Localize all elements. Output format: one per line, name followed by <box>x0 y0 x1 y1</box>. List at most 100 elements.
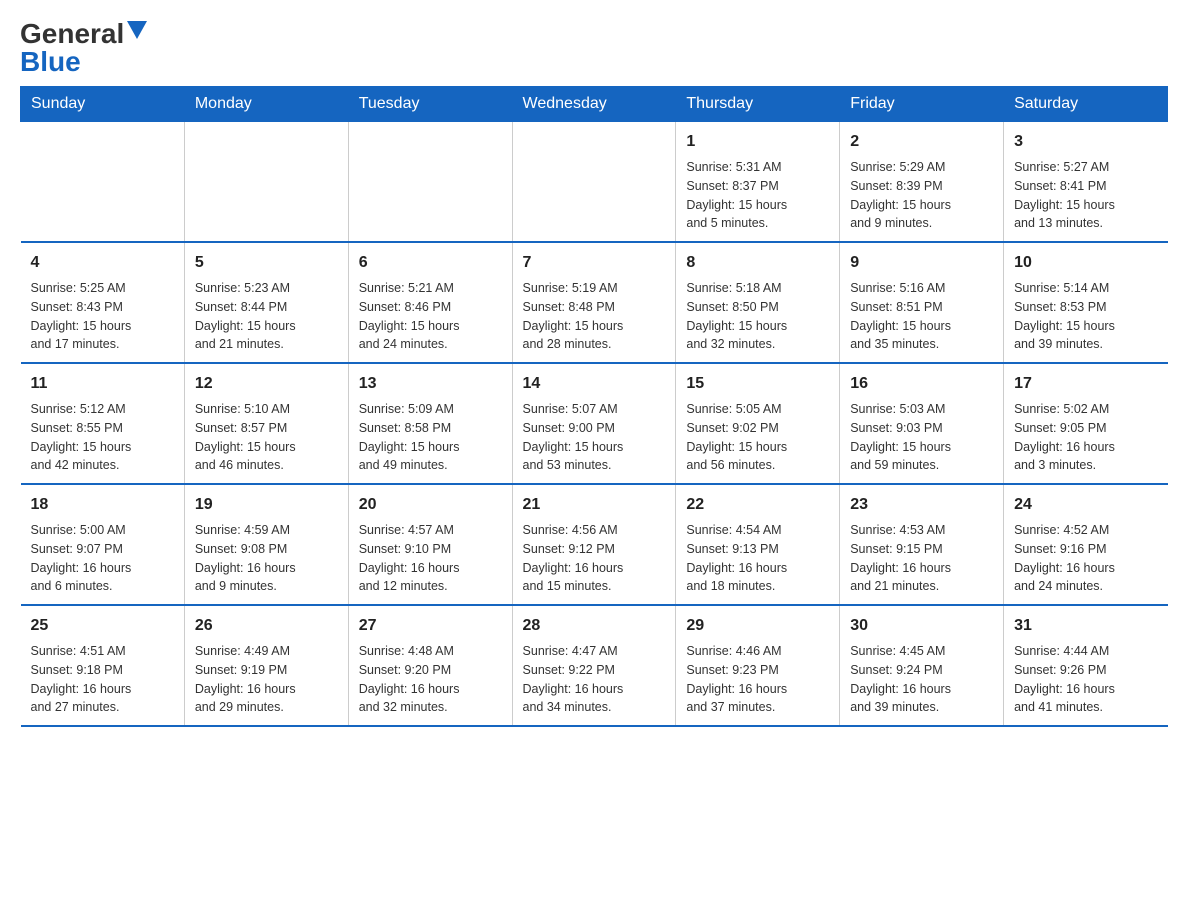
calendar-week-row: 18 Sunrise: 5:00 AM Sunset: 9:07 PM Dayli… <box>21 484 1168 605</box>
day-info: Sunrise: 4:53 AM Sunset: 9:15 PM Dayligh… <box>850 521 993 596</box>
day-number: 5 <box>195 251 338 275</box>
day-number: 15 <box>686 372 829 396</box>
day-info: Sunrise: 5:16 AM Sunset: 8:51 PM Dayligh… <box>850 279 993 354</box>
calendar-cell: 24 Sunrise: 4:52 AM Sunset: 9:16 PM Dayli… <box>1004 484 1168 605</box>
day-info: Sunrise: 5:00 AM Sunset: 9:07 PM Dayligh… <box>31 521 174 596</box>
day-number: 18 <box>31 493 174 517</box>
calendar-cell: 6 Sunrise: 5:21 AM Sunset: 8:46 PM Daylig… <box>348 242 512 363</box>
day-number: 2 <box>850 130 993 154</box>
day-number: 27 <box>359 614 502 638</box>
header-wednesday: Wednesday <box>512 87 676 122</box>
day-number: 3 <box>1014 130 1157 154</box>
calendar-cell: 22 Sunrise: 4:54 AM Sunset: 9:13 PM Dayli… <box>676 484 840 605</box>
day-number: 24 <box>1014 493 1157 517</box>
day-info: Sunrise: 4:47 AM Sunset: 9:22 PM Dayligh… <box>523 642 666 717</box>
day-number: 10 <box>1014 251 1157 275</box>
day-number: 22 <box>686 493 829 517</box>
calendar-cell: 9 Sunrise: 5:16 AM Sunset: 8:51 PM Daylig… <box>840 242 1004 363</box>
day-number: 19 <box>195 493 338 517</box>
day-number: 4 <box>31 251 174 275</box>
day-number: 13 <box>359 372 502 396</box>
day-number: 29 <box>686 614 829 638</box>
day-number: 6 <box>359 251 502 275</box>
calendar-cell: 30 Sunrise: 4:45 AM Sunset: 9:24 PM Dayli… <box>840 605 1004 726</box>
calendar-cell: 4 Sunrise: 5:25 AM Sunset: 8:43 PM Daylig… <box>21 242 185 363</box>
calendar-header-row: SundayMondayTuesdayWednesdayThursdayFrid… <box>21 87 1168 122</box>
day-info: Sunrise: 5:25 AM Sunset: 8:43 PM Dayligh… <box>31 279 174 354</box>
calendar-cell: 12 Sunrise: 5:10 AM Sunset: 8:57 PM Dayli… <box>184 363 348 484</box>
calendar-cell: 23 Sunrise: 4:53 AM Sunset: 9:15 PM Dayli… <box>840 484 1004 605</box>
day-number: 17 <box>1014 372 1157 396</box>
calendar-table: SundayMondayTuesdayWednesdayThursdayFrid… <box>20 86 1168 727</box>
day-info: Sunrise: 5:07 AM Sunset: 9:00 PM Dayligh… <box>523 400 666 475</box>
logo: General Blue <box>20 20 147 76</box>
day-number: 16 <box>850 372 993 396</box>
day-info: Sunrise: 4:48 AM Sunset: 9:20 PM Dayligh… <box>359 642 502 717</box>
header-friday: Friday <box>840 87 1004 122</box>
day-number: 30 <box>850 614 993 638</box>
day-info: Sunrise: 5:19 AM Sunset: 8:48 PM Dayligh… <box>523 279 666 354</box>
day-info: Sunrise: 4:56 AM Sunset: 9:12 PM Dayligh… <box>523 521 666 596</box>
day-info: Sunrise: 5:09 AM Sunset: 8:58 PM Dayligh… <box>359 400 502 475</box>
calendar-cell <box>348 122 512 243</box>
calendar-cell: 20 Sunrise: 4:57 AM Sunset: 9:10 PM Dayli… <box>348 484 512 605</box>
day-number: 1 <box>686 130 829 154</box>
header-tuesday: Tuesday <box>348 87 512 122</box>
day-info: Sunrise: 5:12 AM Sunset: 8:55 PM Dayligh… <box>31 400 174 475</box>
calendar-week-row: 25 Sunrise: 4:51 AM Sunset: 9:18 PM Dayli… <box>21 605 1168 726</box>
calendar-cell: 10 Sunrise: 5:14 AM Sunset: 8:53 PM Dayli… <box>1004 242 1168 363</box>
day-number: 31 <box>1014 614 1157 638</box>
calendar-cell: 8 Sunrise: 5:18 AM Sunset: 8:50 PM Daylig… <box>676 242 840 363</box>
day-number: 25 <box>31 614 174 638</box>
calendar-week-row: 11 Sunrise: 5:12 AM Sunset: 8:55 PM Dayli… <box>21 363 1168 484</box>
day-info: Sunrise: 5:21 AM Sunset: 8:46 PM Dayligh… <box>359 279 502 354</box>
calendar-cell: 1Sunrise: 5:31 AM Sunset: 8:37 PM Daylig… <box>676 122 840 243</box>
day-info: Sunrise: 4:52 AM Sunset: 9:16 PM Dayligh… <box>1014 521 1157 596</box>
day-info: Sunrise: 4:45 AM Sunset: 9:24 PM Dayligh… <box>850 642 993 717</box>
calendar-cell <box>21 122 185 243</box>
day-info: Sunrise: 4:51 AM Sunset: 9:18 PM Dayligh… <box>31 642 174 717</box>
header-monday: Monday <box>184 87 348 122</box>
day-number: 7 <box>523 251 666 275</box>
day-number: 9 <box>850 251 993 275</box>
day-info: Sunrise: 5:27 AM Sunset: 8:41 PM Dayligh… <box>1014 158 1157 233</box>
calendar-cell: 2 Sunrise: 5:29 AM Sunset: 8:39 PM Daylig… <box>840 122 1004 243</box>
calendar-cell: 7 Sunrise: 5:19 AM Sunset: 8:48 PM Daylig… <box>512 242 676 363</box>
calendar-cell <box>512 122 676 243</box>
calendar-cell: 25 Sunrise: 4:51 AM Sunset: 9:18 PM Dayli… <box>21 605 185 726</box>
day-info: Sunrise: 5:23 AM Sunset: 8:44 PM Dayligh… <box>195 279 338 354</box>
day-number: 14 <box>523 372 666 396</box>
day-info: Sunrise: 5:05 AM Sunset: 9:02 PM Dayligh… <box>686 400 829 475</box>
calendar-cell: 5 Sunrise: 5:23 AM Sunset: 8:44 PM Daylig… <box>184 242 348 363</box>
calendar-cell: 19Sunrise: 4:59 AM Sunset: 9:08 PM Dayli… <box>184 484 348 605</box>
day-info: Sunrise: 5:29 AM Sunset: 8:39 PM Dayligh… <box>850 158 993 233</box>
day-info: Sunrise: 4:54 AM Sunset: 9:13 PM Dayligh… <box>686 521 829 596</box>
day-info: Sunrise: 5:18 AM Sunset: 8:50 PM Dayligh… <box>686 279 829 354</box>
header-saturday: Saturday <box>1004 87 1168 122</box>
calendar-cell: 27 Sunrise: 4:48 AM Sunset: 9:20 PM Dayli… <box>348 605 512 726</box>
calendar-cell: 15 Sunrise: 5:05 AM Sunset: 9:02 PM Dayli… <box>676 363 840 484</box>
day-number: 26 <box>195 614 338 638</box>
calendar-cell <box>184 122 348 243</box>
day-number: 8 <box>686 251 829 275</box>
header-sunday: Sunday <box>21 87 185 122</box>
day-info: Sunrise: 5:03 AM Sunset: 9:03 PM Dayligh… <box>850 400 993 475</box>
calendar-week-row: 1Sunrise: 5:31 AM Sunset: 8:37 PM Daylig… <box>21 122 1168 243</box>
calendar-cell: 26Sunrise: 4:49 AM Sunset: 9:19 PM Dayli… <box>184 605 348 726</box>
day-number: 11 <box>31 372 174 396</box>
calendar-week-row: 4 Sunrise: 5:25 AM Sunset: 8:43 PM Daylig… <box>21 242 1168 363</box>
calendar-cell: 11 Sunrise: 5:12 AM Sunset: 8:55 PM Dayli… <box>21 363 185 484</box>
day-info: Sunrise: 4:44 AM Sunset: 9:26 PM Dayligh… <box>1014 642 1157 717</box>
day-number: 12 <box>195 372 338 396</box>
day-info: Sunrise: 4:57 AM Sunset: 9:10 PM Dayligh… <box>359 521 502 596</box>
day-number: 20 <box>359 493 502 517</box>
calendar-cell: 31 Sunrise: 4:44 AM Sunset: 9:26 PM Dayli… <box>1004 605 1168 726</box>
calendar-cell: 18 Sunrise: 5:00 AM Sunset: 9:07 PM Dayli… <box>21 484 185 605</box>
day-number: 21 <box>523 493 666 517</box>
page-header: General Blue <box>20 20 1168 76</box>
day-info: Sunrise: 5:02 AM Sunset: 9:05 PM Dayligh… <box>1014 400 1157 475</box>
calendar-cell: 3 Sunrise: 5:27 AM Sunset: 8:41 PM Daylig… <box>1004 122 1168 243</box>
day-info: Sunrise: 5:10 AM Sunset: 8:57 PM Dayligh… <box>195 400 338 475</box>
day-number: 23 <box>850 493 993 517</box>
day-info: Sunrise: 5:14 AM Sunset: 8:53 PM Dayligh… <box>1014 279 1157 354</box>
